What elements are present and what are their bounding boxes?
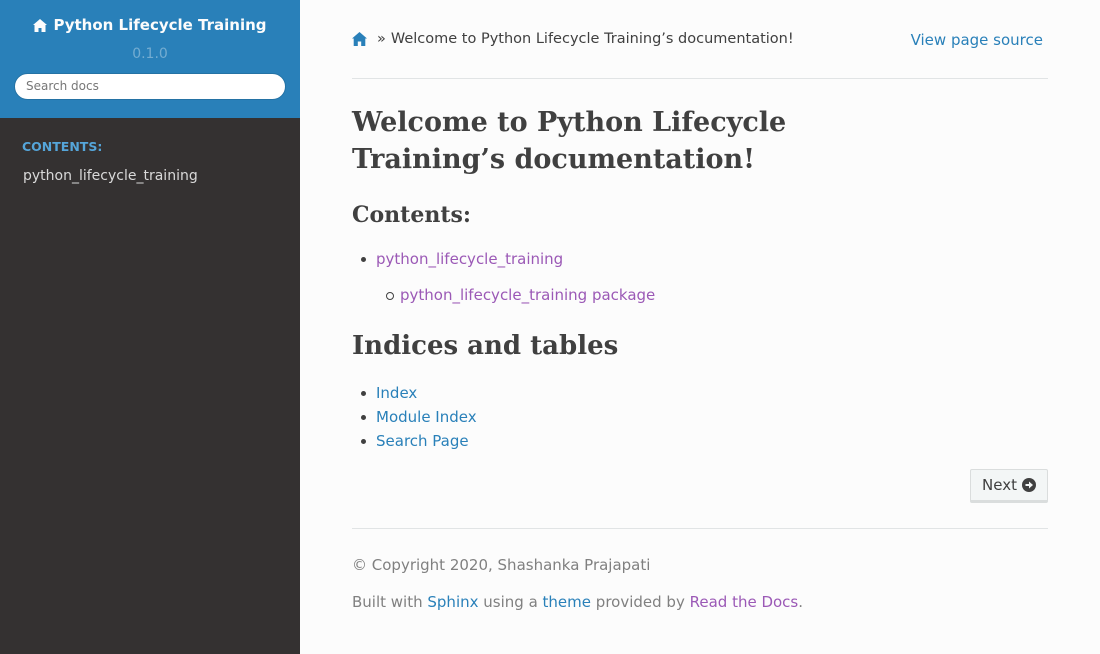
footer-period: .	[798, 593, 804, 611]
footer: © Copyright 2020, Shashanka Prajapati Bu…	[352, 556, 1048, 611]
home-icon	[33, 18, 48, 32]
page-title: Welcome to Python Lifecycle Training’s d…	[352, 107, 787, 175]
contents-heading: Contents:	[352, 202, 472, 228]
view-page-source-link[interactable]: View page source	[911, 31, 1043, 49]
pager: Next	[352, 469, 1048, 529]
provided-by-text: provided by	[595, 593, 685, 611]
toc-list: python_lifecycle_training	[352, 247, 1048, 271]
circle-arrow-right-icon	[1021, 478, 1036, 492]
indices-list: Index Module Index Search Page	[352, 381, 1048, 453]
toc-caption: CONTENTS:	[22, 139, 103, 154]
sidebar-header: Python Lifecycle Training 0.1.0	[0, 0, 300, 118]
breadcrumb-separator: »	[377, 31, 386, 47]
project-home-link[interactable]: Python Lifecycle Training	[33, 16, 267, 34]
theme-link[interactable]: theme	[543, 593, 591, 611]
project-name: Python Lifecycle Training	[53, 16, 267, 34]
list-item: python_lifecycle_training package	[352, 283, 1048, 307]
toc-link-package[interactable]: python_lifecycle_training package	[400, 286, 655, 304]
built-with-text: Built with Sphinx using a theme provided…	[352, 593, 1048, 611]
document: » Welcome to Python Lifecycle Training’s…	[352, 0, 1048, 611]
sidebar-item-python-lifecycle-training[interactable]: python_lifecycle_training	[0, 168, 300, 184]
sidebar: Python Lifecycle Training 0.1.0 CONTENTS…	[0, 0, 300, 654]
read-the-docs-link[interactable]: Read the Docs	[690, 593, 799, 611]
home-icon[interactable]	[352, 32, 367, 46]
next-label: Next	[982, 476, 1017, 494]
version-label: 0.1.0	[132, 45, 168, 62]
list-item: Index	[352, 381, 1048, 405]
search-input[interactable]	[14, 72, 286, 100]
built-prefix: Built with	[352, 593, 423, 611]
indices-heading: Indices and tables	[352, 331, 619, 361]
module-index-link[interactable]: Module Index	[376, 408, 477, 426]
toc-sublist: python_lifecycle_training package	[352, 283, 1048, 307]
index-link[interactable]: Index	[376, 384, 417, 402]
using-a-text: using a	[483, 593, 538, 611]
toc-link-python-lifecycle-training[interactable]: python_lifecycle_training	[376, 250, 563, 268]
next-button[interactable]: Next	[970, 469, 1048, 503]
search-form	[14, 72, 286, 100]
list-item: python_lifecycle_training	[352, 247, 1048, 271]
main-content: » Welcome to Python Lifecycle Training’s…	[300, 0, 1100, 654]
search-page-link[interactable]: Search Page	[376, 432, 469, 450]
copyright-text: © Copyright 2020, Shashanka Prajapati	[352, 556, 651, 574]
breadcrumb: » Welcome to Python Lifecycle Training’s…	[352, 0, 1048, 79]
sphinx-link[interactable]: Sphinx	[427, 593, 478, 611]
breadcrumb-current: Welcome to Python Lifecycle Training’s d…	[390, 31, 794, 47]
list-item: Search Page	[352, 429, 1048, 453]
list-item: Module Index	[352, 405, 1048, 429]
